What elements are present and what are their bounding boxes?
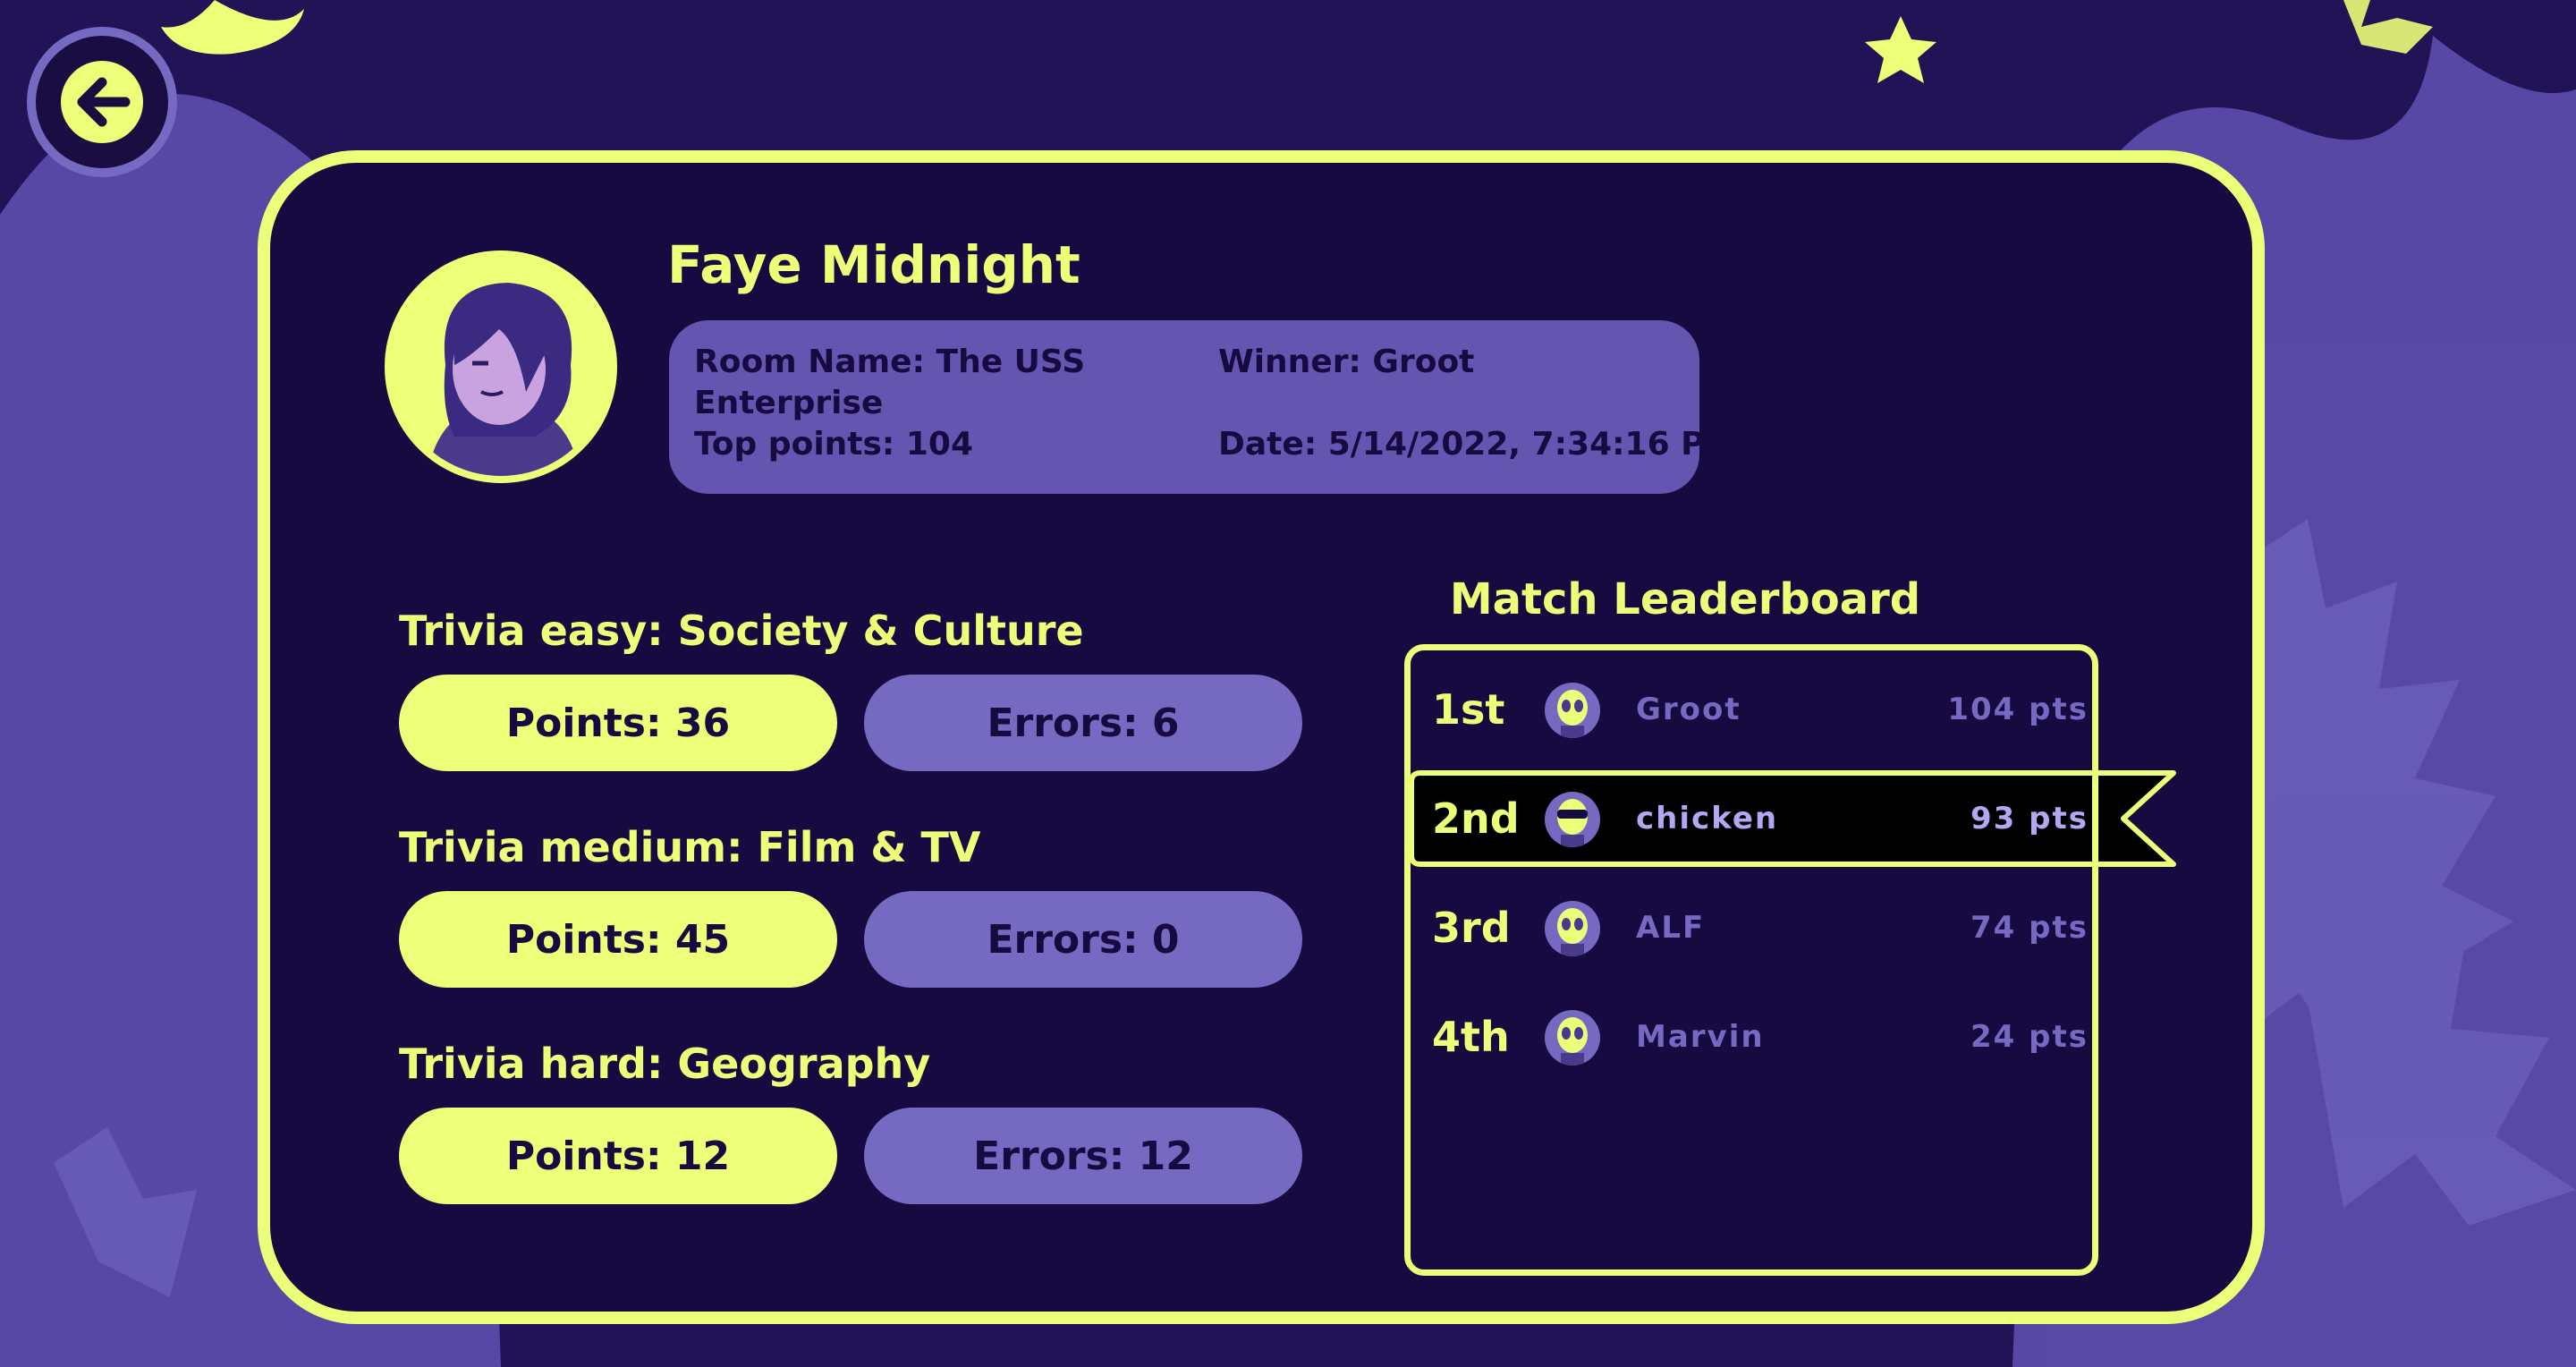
player-portrait-avatar [392,258,610,476]
leaderboard-list: 1st Groot 104 pts 2nd chicken 93 pts 3rd… [1404,644,2098,1276]
alien-avatar-icon [1545,792,1600,847]
rank-label: 3rd [1432,904,1511,952]
game-title-easy: Trivia easy: Society & Culture [399,607,1084,655]
leaderboard-row: 1st Groot 104 pts [1411,663,2092,756]
points-label: 93 pts [1970,801,2089,836]
leaderboard-row: 3rd ALF 74 pts [1411,881,2092,974]
points-badge-medium: Points: 45 [399,891,837,988]
leaderboard-title: Match Leaderboard [1449,574,1921,624]
top-points: Top points: 104 [694,426,973,463]
winner: Winner: Groot [1218,344,1475,380]
leaderboard-row-current: 2nd chicken 93 pts [1411,772,2092,865]
match-info-panel: Room Name: The USS Enterprise Top points… [669,320,1736,494]
player-name-label: chicken [1636,801,1779,836]
points-label: 104 pts [1947,692,2089,727]
match-date: Date: 5/14/2022, 7:34:16 PM [1218,426,1737,463]
alien-avatar-icon [1545,901,1600,956]
points-badge-hard: Points: 12 [399,1108,837,1204]
points-badge-easy: Points: 36 [399,675,837,771]
player-avatar [385,250,617,483]
errors-badge-medium: Errors: 0 [864,891,1302,988]
match-summary-card: Faye Midnight Room Name: The USS Enterpr… [258,150,2265,1324]
back-button[interactable] [27,27,177,177]
alien-avatar-icon [1545,1010,1600,1066]
points-label: 24 pts [1970,1019,2089,1055]
game-title-hard: Trivia hard: Geography [399,1040,931,1088]
rank-label: 2nd [1432,794,1520,843]
player-name: Faye Midnight [667,234,1080,295]
player-name-label: Groot [1636,692,1741,727]
rank-label: 1st [1432,685,1505,734]
player-name-label: Marvin [1636,1019,1765,1055]
leaderboard-row: 4th Marvin 24 pts [1411,990,2092,1083]
alien-avatar-icon [1545,683,1600,738]
arrow-left-icon [61,61,143,143]
points-label: 74 pts [1970,910,2089,946]
game-title-medium: Trivia medium: Film & TV [399,823,981,871]
player-name-label: ALF [1636,910,1706,946]
errors-badge-easy: Errors: 6 [864,675,1302,771]
rank-label: 4th [1432,1013,1510,1061]
errors-badge-hard: Errors: 12 [864,1108,1302,1204]
room-name: Room Name: The USS Enterprise [694,344,1086,421]
